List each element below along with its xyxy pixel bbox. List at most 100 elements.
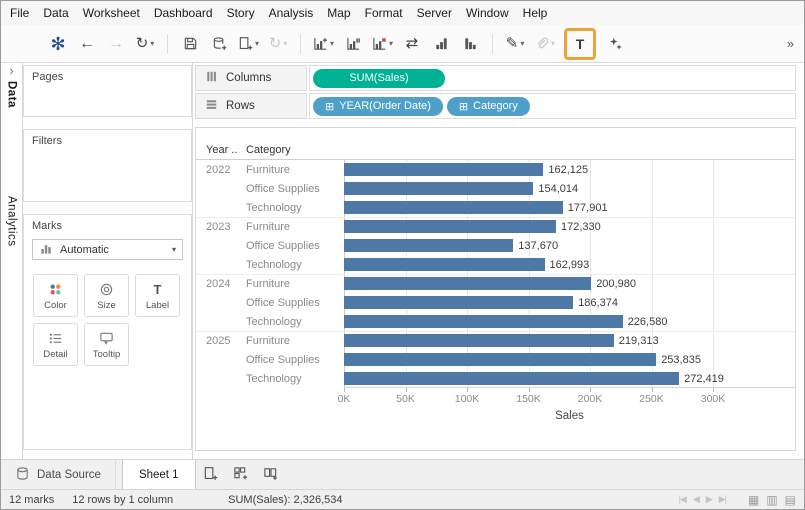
tab-sheet1[interactable]: Sheet 1 [122, 460, 196, 489]
mark-button-size[interactable]: Size [84, 274, 129, 317]
menu-item-data[interactable]: Data [36, 3, 75, 23]
year-row-header[interactable]: 2023 [196, 221, 244, 233]
explain-data-button[interactable] [602, 31, 628, 57]
expand-icon[interactable]: ⊞ [325, 100, 334, 113]
bar[interactable] [344, 239, 513, 252]
tab-data-source[interactable]: Data Source [1, 460, 116, 489]
chart-row: Office Supplies253,835 [196, 350, 795, 369]
new-data-source-button[interactable] [206, 31, 232, 57]
toolbar-separator [300, 34, 301, 54]
x-axis-title[interactable]: Sales [344, 408, 795, 422]
menu-item-map[interactable]: Map [320, 3, 357, 23]
category-row-header[interactable]: Technology [244, 373, 344, 385]
sort-ascending-button[interactable] [428, 31, 454, 57]
redo-button[interactable]: → [103, 31, 129, 57]
menu-item-format[interactable]: Format [358, 3, 410, 23]
year-row-header[interactable]: 2024 [196, 278, 244, 290]
save-button[interactable] [177, 31, 203, 57]
bar[interactable] [344, 296, 573, 309]
highlight-button[interactable]: ✎▾ [502, 31, 528, 57]
category-row-header[interactable]: Furniture [244, 335, 344, 347]
new-worksheet-tab-button[interactable] [196, 460, 226, 489]
tab-analytics[interactable]: Analytics [6, 196, 18, 247]
toolbar-overflow-chevron[interactable]: » [785, 36, 796, 51]
bar[interactable] [344, 315, 623, 328]
filters-shelf[interactable]: Filters [23, 129, 192, 202]
pages-shelf[interactable]: Pages [23, 65, 192, 117]
mark-button-detail[interactable]: Detail [33, 323, 78, 366]
refresh-data-button[interactable]: ↻▾ [265, 31, 291, 57]
columns-shelf[interactable]: SUM(Sales) [309, 65, 796, 91]
bar[interactable] [344, 372, 679, 385]
size-rings-icon [99, 281, 114, 298]
year-row-header[interactable]: 2025 [196, 335, 244, 347]
menu-item-file[interactable]: File [3, 3, 36, 23]
category-row-header[interactable]: Office Supplies [244, 183, 344, 195]
bar[interactable] [344, 277, 591, 290]
bar[interactable] [344, 258, 545, 271]
category-row-header[interactable]: Technology [244, 259, 344, 271]
expand-icon[interactable]: ⊞ [459, 100, 468, 113]
menu-item-window[interactable]: Window [459, 3, 516, 23]
menu-item-analysis[interactable]: Analysis [262, 3, 321, 23]
menu-item-worksheet[interactable]: Worksheet [76, 3, 147, 23]
bar[interactable] [344, 163, 543, 176]
new-worksheet-button[interactable]: ▾ [235, 31, 262, 57]
category-row-header[interactable]: Technology [244, 202, 344, 214]
swap-rows-columns-button[interactable]: ⇄ [399, 31, 425, 57]
category-row-header[interactable]: Office Supplies [244, 297, 344, 309]
new-story-tab-button[interactable] [256, 460, 286, 489]
chart-row: Technology177,901 [196, 198, 795, 217]
chart-row: 2025Furniture219,313 [196, 331, 795, 350]
replay-button[interactable]: ↻▾ [132, 31, 158, 57]
filmstrip-view-button[interactable]: ▥ [766, 494, 777, 506]
category-row-header[interactable]: Office Supplies [244, 240, 344, 252]
bar[interactable] [344, 353, 656, 366]
grid-view-button[interactable]: ▦ [748, 494, 759, 506]
columns-shelf-label: Columns [195, 65, 307, 91]
year-column-header[interactable]: Year .. [196, 144, 244, 156]
expand-pane-chevron[interactable]: › [9, 65, 13, 78]
rows-shelf[interactable]: ⊞YEAR(Order Date)⊞Category [309, 93, 796, 119]
tableau-logo-button[interactable]: ✻ [45, 31, 71, 57]
category-row-header[interactable]: Furniture [244, 278, 344, 290]
show-mark-labels-button[interactable]: T [567, 31, 593, 57]
pill-year-order-date[interactable]: ⊞YEAR(Order Date) [313, 97, 443, 116]
pill-category[interactable]: ⊞Category [447, 97, 530, 116]
go-previous-button[interactable]: ◀ [693, 494, 699, 505]
menu-item-help[interactable]: Help [516, 3, 555, 23]
menu-item-story[interactable]: Story [220, 3, 262, 23]
list-view-button[interactable]: ▤ [785, 494, 796, 506]
sort-descending-button[interactable] [457, 31, 483, 57]
menu-item-dashboard[interactable]: Dashboard [147, 3, 220, 23]
mark-button-color[interactable]: Color [33, 274, 78, 317]
new-dashboard-tab-button[interactable] [226, 460, 256, 489]
duplicate-button[interactable]: ▾ [310, 31, 337, 57]
bar-cell: 137,670 [344, 236, 795, 255]
undo-button[interactable]: ← [74, 31, 100, 57]
undo-icon: ← [79, 36, 95, 52]
category-row-header[interactable]: Technology [244, 316, 344, 328]
menu-item-server[interactable]: Server [410, 3, 459, 23]
bar[interactable] [344, 182, 533, 195]
clear-sheet-button[interactable]: ▾ [369, 31, 396, 57]
go-next-button[interactable]: ▶ [706, 494, 712, 505]
x-axis[interactable]: 0K50K100K150K200K250K300K [196, 388, 795, 408]
mark-button-label[interactable]: TLabel [135, 274, 180, 317]
group-members-button[interactable]: ▾ [531, 31, 558, 57]
bar[interactable] [344, 334, 614, 347]
bar[interactable] [344, 220, 556, 233]
tab-data[interactable]: Data [6, 81, 18, 108]
category-row-header[interactable]: Furniture [244, 164, 344, 176]
pill-sum-sales[interactable]: SUM(Sales) [313, 69, 445, 88]
year-row-header[interactable]: 2022 [196, 164, 244, 176]
category-row-header[interactable]: Office Supplies [244, 354, 344, 366]
mark-type-dropdown[interactable]: Automatic ▾ [32, 239, 183, 260]
mark-button-tooltip[interactable]: Tooltip [84, 323, 129, 366]
go-first-button[interactable]: |◀ [679, 494, 686, 505]
pause-auto-updates-button[interactable] [340, 31, 366, 57]
bar[interactable] [344, 201, 563, 214]
category-column-header[interactable]: Category [244, 144, 344, 156]
go-last-button[interactable]: ▶| [719, 494, 726, 505]
category-row-header[interactable]: Furniture [244, 221, 344, 233]
